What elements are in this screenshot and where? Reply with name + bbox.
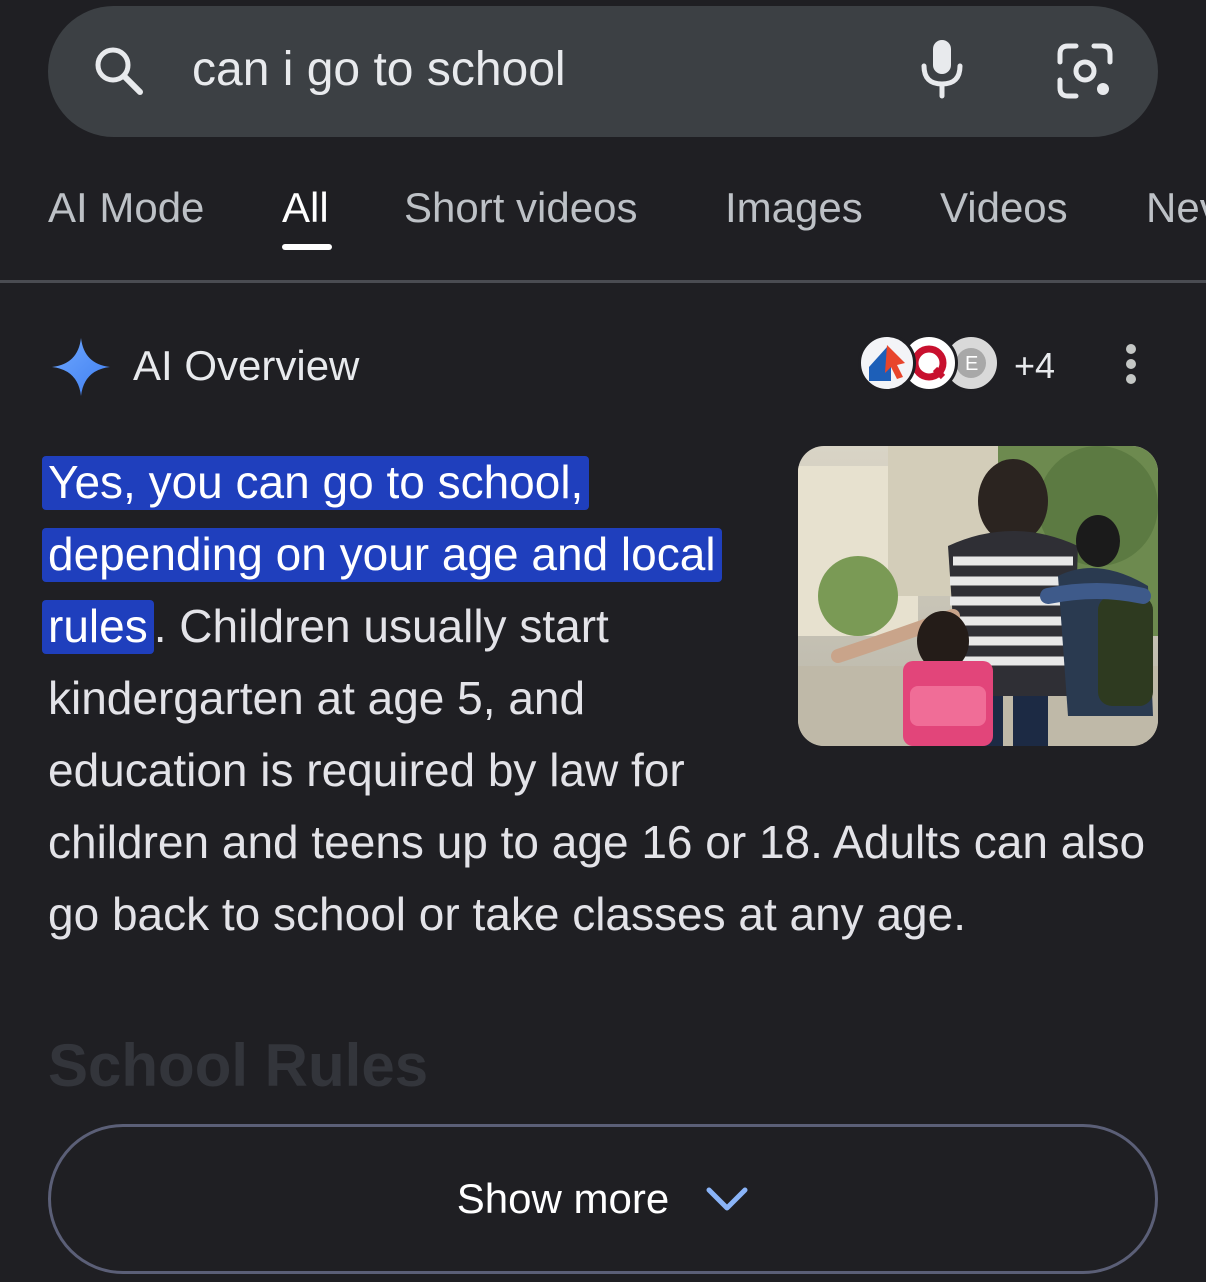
ai-overview-title: AI Overview — [133, 342, 360, 389]
source-favicon[interactable] — [858, 334, 916, 392]
search-input[interactable]: can i go to school — [192, 38, 566, 102]
tab-ai-mode[interactable]: AI Mode — [48, 182, 204, 234]
tab-short-videos[interactable]: Short videos — [404, 182, 637, 234]
ai-overview-answer: Yes, you can go to school, depending on … — [42, 446, 1158, 950]
source-favicons[interactable]: E — [858, 332, 1008, 398]
section-heading-faded: School Rules — [48, 1032, 429, 1099]
active-tab-indicator — [282, 244, 332, 250]
mic-icon[interactable] — [912, 36, 972, 102]
sparkle-icon — [52, 338, 110, 396]
tab-videos[interactable]: Videos — [940, 182, 1068, 234]
tab-all[interactable]: All — [282, 182, 329, 234]
tab-images[interactable]: Images — [725, 182, 863, 234]
school-children-image[interactable] — [798, 446, 1158, 746]
search-icon[interactable] — [88, 40, 148, 100]
more-vert-icon[interactable] — [1118, 344, 1144, 390]
more-sources-count[interactable]: +4 — [1014, 344, 1055, 388]
show-more-button[interactable]: Show more — [48, 1124, 1158, 1274]
search-tabs: AI Mode All Short videos Images Videos N… — [0, 176, 1206, 282]
lens-icon[interactable] — [1054, 40, 1116, 102]
chevron-down-icon — [706, 1187, 748, 1211]
tab-news[interactable]: Nev — [1146, 182, 1206, 234]
svg-text:E: E — [965, 353, 978, 375]
show-more-label: Show more — [456, 1175, 670, 1222]
tabs-divider — [0, 280, 1206, 283]
